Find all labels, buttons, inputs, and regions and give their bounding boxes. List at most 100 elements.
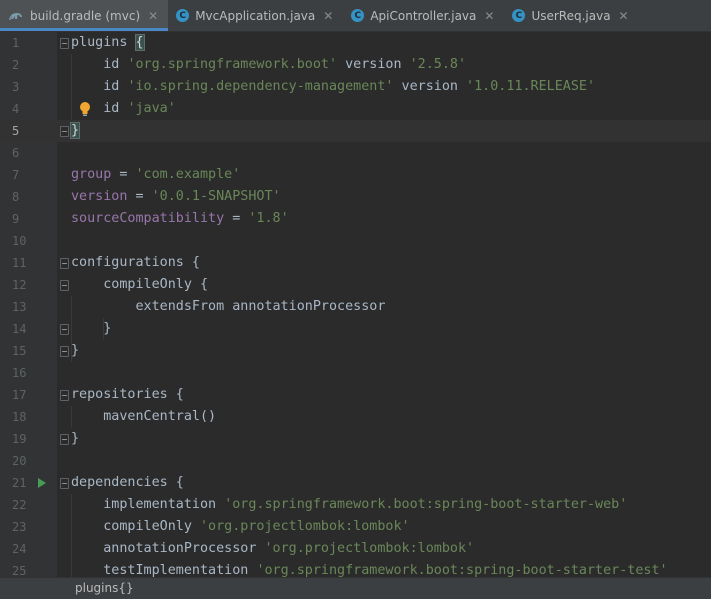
code-text: } (71, 321, 112, 336)
class-icon: C (351, 9, 365, 22)
line-number: 17 (12, 388, 27, 402)
code-text: repositories { (71, 387, 184, 402)
fold-icon[interactable] (60, 280, 69, 291)
line-number: 10 (12, 234, 27, 248)
code-line[interactable]: 4 id 'java' (0, 98, 711, 120)
tab-label: MvcApplication.java (195, 8, 316, 23)
code-text: sourceCompatibility = '1.8' (71, 211, 289, 226)
close-icon[interactable]: ✕ (619, 9, 629, 23)
close-icon[interactable]: ✕ (323, 9, 333, 23)
code-line[interactable]: 13 extendsFrom annotationProcessor (0, 296, 711, 318)
code-line[interactable]: 1 plugins { (0, 32, 711, 54)
code-line[interactable]: 23 compileOnly 'org.projectlombok:lombok… (0, 516, 711, 538)
code-line[interactable]: 6 (0, 142, 711, 164)
code-text: } (69, 120, 81, 142)
line-number: 6 (12, 146, 20, 160)
code-line[interactable]: 9 sourceCompatibility = '1.8' (0, 208, 711, 230)
line-number: 14 (12, 322, 27, 336)
tab-api-controller[interactable]: C ApiController.java ✕ (343, 0, 504, 31)
tab-build-gradle[interactable]: build.gradle (mvc) ✕ (0, 0, 169, 31)
code-text: } (71, 431, 80, 446)
tab-label: ApiController.java (370, 8, 477, 23)
code-text: plugins { (71, 34, 145, 51)
code-text: compileOnly 'org.projectlombok:lombok' (71, 519, 410, 534)
code-line[interactable]: 16 (0, 362, 711, 384)
line-number: 12 (12, 278, 27, 292)
line-number: 16 (12, 366, 27, 380)
editor-tab-bar: build.gradle (mvc) ✕ C MvcApplication.ja… (0, 0, 711, 32)
gradle-icon (8, 9, 24, 22)
code-text: annotationProcessor 'org.projectlombok:l… (71, 541, 475, 556)
code-text: group = 'com.example' (71, 167, 241, 182)
breadcrumb: plugins{} (0, 577, 711, 599)
code-text: testImplementation 'org.springframework.… (71, 563, 668, 577)
code-line[interactable]: 24 annotationProcessor 'org.projectlombo… (0, 538, 711, 560)
code-line[interactable]: 20 (0, 450, 711, 472)
code-line[interactable]: 18 mavenCentral() (0, 406, 711, 428)
fold-icon[interactable] (60, 126, 69, 137)
line-number: 11 (12, 256, 27, 270)
tab-mvc-application[interactable]: C MvcApplication.java ✕ (168, 0, 343, 31)
line-number: 23 (12, 520, 27, 534)
code-line[interactable]: 25 testImplementation 'org.springframewo… (0, 560, 711, 577)
code-text: compileOnly { (71, 277, 209, 292)
run-icon[interactable] (38, 478, 46, 488)
code-line[interactable]: 10 (0, 230, 711, 252)
fold-icon[interactable] (60, 390, 69, 401)
code-line-current[interactable]: 5 } (0, 120, 711, 142)
line-number: 20 (12, 454, 27, 468)
line-number: 25 (12, 564, 27, 577)
breadcrumb-item[interactable]: plugins{} (75, 578, 134, 599)
line-number: 3 (12, 80, 20, 94)
code-line[interactable]: 8 version = '0.0.1-SNAPSHOT' (0, 186, 711, 208)
code-text: implementation 'org.springframework.boot… (71, 497, 628, 512)
code-line[interactable]: 7 group = 'com.example' (0, 164, 711, 186)
close-icon[interactable]: ✕ (148, 9, 158, 23)
tab-label: build.gradle (mvc) (30, 8, 141, 23)
code-text: configurations { (71, 255, 200, 270)
line-number: 22 (12, 498, 27, 512)
code-text: mavenCentral() (71, 409, 217, 424)
code-line[interactable]: 15 } (0, 340, 711, 362)
code-text: id 'io.spring.dependency-management' ver… (71, 79, 596, 94)
code-line[interactable]: 11 configurations { (0, 252, 711, 274)
line-number: 24 (12, 542, 27, 556)
line-number: 8 (12, 190, 20, 204)
line-number: 7 (12, 168, 20, 182)
code-text: } (71, 343, 80, 358)
tab-user-req[interactable]: C UserReq.java ✕ (504, 0, 638, 31)
fold-icon[interactable] (60, 346, 69, 357)
fold-icon[interactable] (60, 38, 69, 49)
code-line[interactable]: 14 } (0, 318, 711, 340)
class-icon: C (176, 9, 190, 22)
matched-brace: } (69, 122, 81, 139)
code-text: extendsFrom annotationProcessor (71, 299, 386, 314)
matched-brace: { (134, 34, 145, 51)
fold-icon[interactable] (60, 324, 69, 335)
code-line[interactable]: 22 implementation 'org.springframework.b… (0, 494, 711, 516)
code-text: dependencies { (71, 475, 184, 490)
fold-icon[interactable] (60, 434, 69, 445)
fold-icon[interactable] (60, 258, 69, 269)
line-number: 13 (12, 300, 27, 314)
line-number: 19 (12, 432, 27, 446)
code-line[interactable]: 2 id 'org.springframework.boot' version … (0, 54, 711, 76)
code-line[interactable]: 3 id 'io.spring.dependency-management' v… (0, 76, 711, 98)
code-line[interactable]: 12 compileOnly { (0, 274, 711, 296)
line-number: 9 (12, 212, 20, 226)
code-editor[interactable]: 1 plugins { 2 id 'org.springframework.bo… (0, 32, 711, 577)
fold-icon[interactable] (60, 478, 69, 489)
line-number: 2 (12, 58, 20, 72)
code-text: version = '0.0.1-SNAPSHOT' (71, 189, 281, 204)
code-line[interactable]: 21 dependencies { (0, 472, 711, 494)
class-icon: C (512, 9, 526, 22)
code-text: id 'org.springframework.boot' version '2… (71, 57, 467, 72)
code-line[interactable]: 17 repositories { (0, 384, 711, 406)
code-line[interactable]: 19 } (0, 428, 711, 450)
line-number: 5 (12, 124, 20, 138)
close-icon[interactable]: ✕ (484, 9, 494, 23)
code-text: id 'java' (71, 101, 176, 116)
line-number: 21 (12, 476, 27, 490)
line-number: 1 (12, 36, 20, 50)
line-number: 4 (12, 102, 20, 116)
